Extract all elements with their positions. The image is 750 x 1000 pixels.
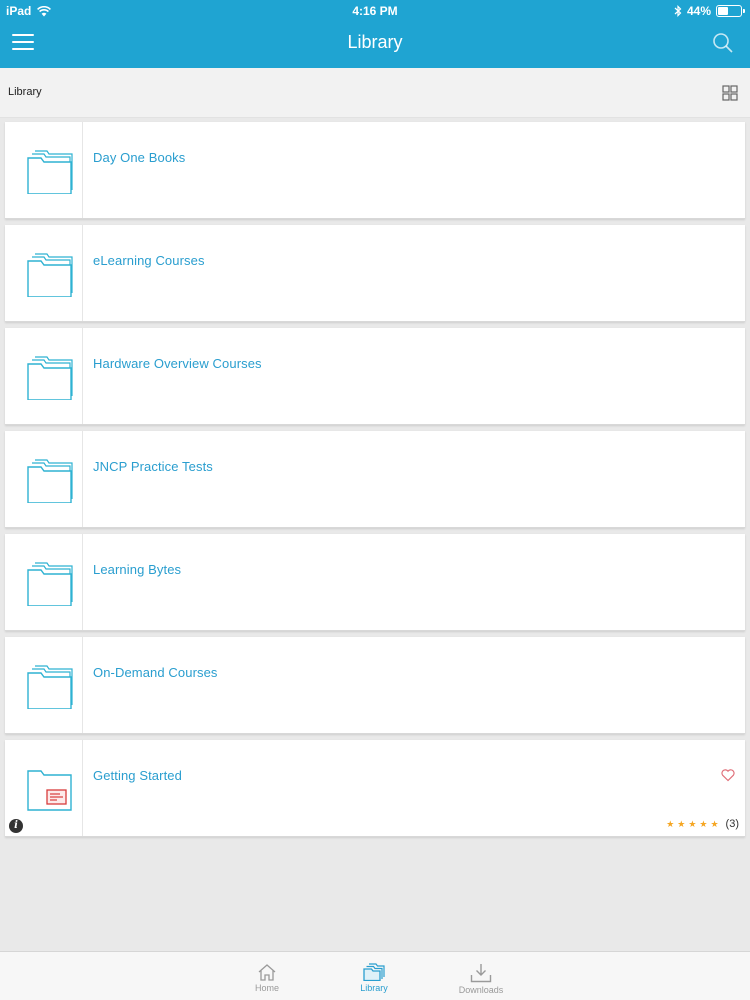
item-title: JNCP Practice Tests xyxy=(93,459,213,474)
library-icon xyxy=(363,963,385,981)
library-list: Day One Books eLearning Courses Hardware… xyxy=(5,122,745,843)
library-item-learning-bytes[interactable]: Learning Bytes xyxy=(5,534,745,631)
heart-icon[interactable] xyxy=(721,768,735,782)
item-title: eLearning Courses xyxy=(93,253,205,268)
search-icon[interactable] xyxy=(710,30,736,56)
breadcrumb[interactable]: Library xyxy=(8,86,42,98)
folder-icon xyxy=(27,665,73,709)
folder-icon xyxy=(27,150,73,194)
item-thumbnail xyxy=(5,328,83,424)
item-title: Getting Started xyxy=(93,768,182,783)
library-item-getting-started[interactable]: i Getting Started ★★★★★ (3) xyxy=(5,740,745,837)
grid-view-icon[interactable] xyxy=(722,85,738,101)
rating-count: (3) xyxy=(725,818,739,830)
breadcrumb-bar: Library xyxy=(0,68,750,118)
home-icon xyxy=(258,964,276,981)
item-thumbnail xyxy=(5,225,83,321)
item-title: Learning Bytes xyxy=(93,562,182,577)
battery-icon xyxy=(716,5,745,17)
info-icon[interactable]: i xyxy=(9,819,23,833)
rating: ★★★★★ (3) xyxy=(666,818,739,830)
item-thumbnail xyxy=(5,534,83,630)
library-item-on-demand-courses[interactable]: On-Demand Courses xyxy=(5,637,745,734)
item-title: Day One Books xyxy=(93,150,186,165)
tab-label: Downloads xyxy=(458,985,504,995)
item-thumbnail xyxy=(5,122,83,218)
status-time: 4:16 PM xyxy=(352,4,398,18)
battery-percent: 44% xyxy=(686,4,711,18)
tab-home[interactable]: Home xyxy=(227,952,307,1000)
item-thumbnail: i xyxy=(5,740,83,836)
battery-fill xyxy=(718,7,728,15)
app-header: iPad 4:16 PM 44% Library xyxy=(0,0,750,68)
page-title: Library xyxy=(347,32,403,52)
folder-icon xyxy=(27,356,73,400)
folder-icon xyxy=(27,253,73,297)
folder-icon xyxy=(27,459,73,503)
item-thumbnail xyxy=(5,431,83,527)
folder-icon xyxy=(27,562,73,606)
navigation-bar: Library xyxy=(0,22,750,68)
item-thumbnail xyxy=(5,637,83,733)
library-item-elearning-courses[interactable]: eLearning Courses xyxy=(5,225,745,322)
library-item-hardware-overview-courses[interactable]: Hardware Overview Courses xyxy=(5,328,745,425)
library-item-jncp-practice-tests[interactable]: JNCP Practice Tests xyxy=(5,431,745,528)
folder-document-icon xyxy=(27,770,72,811)
bluetooth-icon xyxy=(674,5,682,17)
status-right: 44% xyxy=(674,4,745,18)
item-title: Hardware Overview Courses xyxy=(93,356,262,371)
download-icon xyxy=(470,964,492,983)
bottom-tab-bar: Home Library Downloads xyxy=(0,951,750,1000)
item-title: On-Demand Courses xyxy=(93,665,218,680)
star-rating-icon: ★★★★★ xyxy=(666,818,722,829)
library-item-day-one-books[interactable]: Day One Books xyxy=(5,122,745,219)
tab-library[interactable]: Library xyxy=(334,952,414,1000)
tab-label: Library xyxy=(360,983,388,993)
tab-downloads[interactable]: Downloads xyxy=(441,952,521,1000)
tab-label: Home xyxy=(254,983,279,993)
status-bar: iPad 4:16 PM 44% xyxy=(0,0,750,22)
